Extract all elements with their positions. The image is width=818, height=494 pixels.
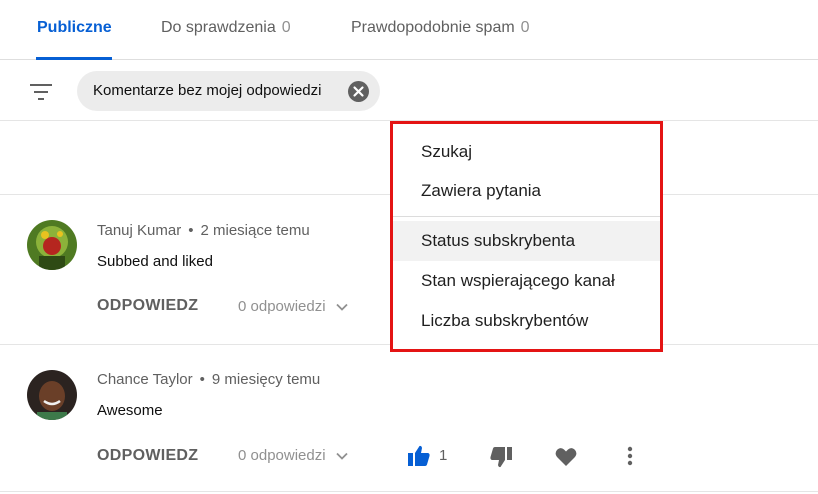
chevron-down-icon (335, 452, 348, 460)
menu-item-status-subskrybenta[interactable]: Status subskrybenta (393, 221, 660, 261)
replies-count: 0 odpowiedzi (238, 447, 326, 464)
active-tab-indicator (36, 57, 112, 60)
menu-divider (393, 216, 660, 217)
menu-item-zawiera-pytania[interactable]: Zawiera pytania (393, 171, 660, 211)
avatar[interactable] (27, 220, 77, 270)
chevron-down-icon (335, 303, 348, 311)
divider (0, 491, 818, 492)
comment-author[interactable]: Tanuj Kumar (97, 222, 181, 239)
filter-options-menu: Szukaj Zawiera pytania Status subskryben… (390, 121, 663, 352)
separator-dot: • (188, 222, 194, 239)
like-count: 1 (439, 447, 448, 464)
menu-item-szukaj[interactable]: Szukaj (393, 132, 660, 172)
tab-do-sprawdzenia[interactable]: Do sprawdzenia 0 (161, 19, 291, 37)
replies-count: 0 odpowiedzi (238, 298, 326, 315)
avatar[interactable] (27, 370, 77, 420)
comment-author[interactable]: Chance Taylor (97, 371, 193, 388)
menu-item-stan-wspierajacego-kanal[interactable]: Stan wspierającego kanał (393, 261, 660, 301)
comment-meta: Tanuj Kumar • 2 miesiące temu (97, 222, 310, 239)
filter-bar: Komentarze bez mojej odpowiedzi (0, 61, 818, 121)
more-vert-icon[interactable] (625, 446, 635, 466)
tab-prawdopodobnie-spam[interactable]: Prawdopodobnie spam 0 (351, 19, 530, 37)
comment-text: Awesome (97, 402, 163, 419)
tab-count: 0 (281, 19, 291, 36)
comment-text: Subbed and liked (97, 253, 213, 270)
replies-toggle[interactable]: 0 odpowiedzi (238, 298, 348, 315)
reply-button[interactable]: ODPOWIEDZ (97, 447, 198, 465)
close-icon[interactable] (348, 81, 369, 102)
replies-toggle[interactable]: 0 odpowiedzi (238, 447, 348, 464)
menu-item-liczba-subskrybentow[interactable]: Liczba subskrybentów (393, 301, 660, 341)
heart-icon[interactable] (555, 447, 577, 467)
tab-label: Do sprawdzenia (161, 19, 276, 36)
tab-publiczne[interactable]: Publiczne (37, 19, 112, 37)
tab-count: 0 (520, 19, 530, 36)
comment-meta: Chance Taylor • 9 miesięcy temu (97, 371, 320, 388)
filter-list-icon[interactable] (28, 81, 54, 103)
comment-time[interactable]: 9 miesięcy temu (212, 371, 320, 388)
tab-label: Publiczne (37, 19, 112, 36)
thumbs-down-icon[interactable] (490, 447, 512, 468)
thumbs-up-icon[interactable] (408, 445, 430, 466)
filter-chip[interactable]: Komentarze bez mojej odpowiedzi (77, 71, 380, 111)
tab-label: Prawdopodobnie spam (351, 19, 515, 36)
filter-chip-label: Komentarze bez mojej odpowiedzi (93, 82, 322, 99)
separator-dot: • (199, 371, 205, 388)
tab-bar: Publiczne Do sprawdzenia 0 Prawdopodobnie… (0, 0, 818, 60)
reply-button[interactable]: ODPOWIEDZ (97, 297, 198, 315)
comment-time[interactable]: 2 miesiące temu (200, 222, 309, 239)
